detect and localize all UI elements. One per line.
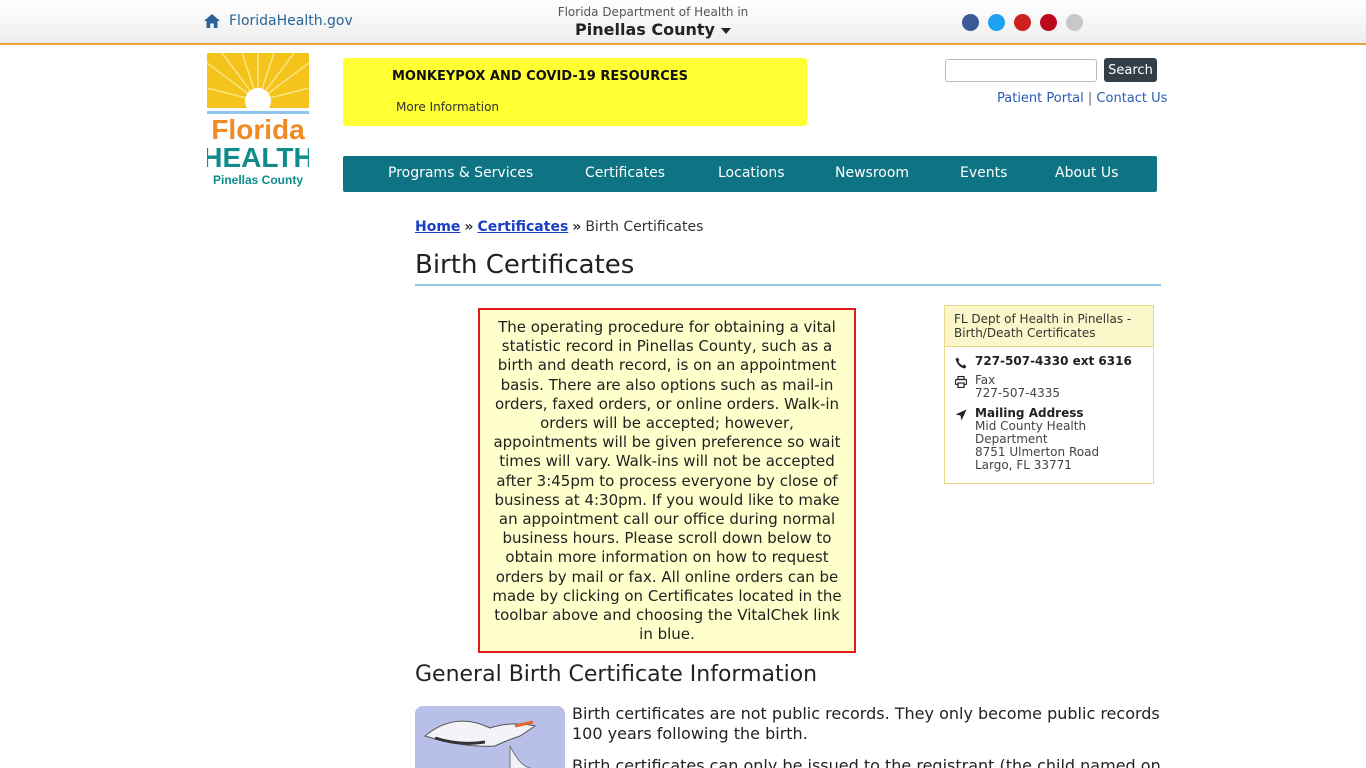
contact-phone[interactable]: 727-507-4330 ext 6316 xyxy=(975,355,1132,372)
twitter-icon[interactable] xyxy=(988,14,1005,31)
contact-fax: 727-507-4335 xyxy=(975,386,1061,400)
nav-locations[interactable]: Locations xyxy=(718,165,785,181)
nav-events[interactable]: Events xyxy=(960,165,1007,181)
alert-more-info-link[interactable]: More Information xyxy=(396,100,499,114)
page-title: Birth Certificates xyxy=(415,250,1161,286)
floridahealth-home-link[interactable]: FloridaHealth.gov xyxy=(204,13,353,29)
stork-image xyxy=(415,706,565,768)
search-input[interactable] xyxy=(945,59,1097,82)
county-selector[interactable]: Florida Department of Health in Pinellas… xyxy=(540,4,766,40)
county-name: Pinellas County xyxy=(575,20,715,39)
phone-icon xyxy=(955,357,967,369)
top-bar: FloridaHealth.gov Florida Department of … xyxy=(0,0,1366,45)
contact-us-link[interactable]: Contact Us xyxy=(1096,91,1167,106)
main-nav: Programs & Services Certificates Locatio… xyxy=(343,156,1157,192)
home-icon xyxy=(204,14,220,28)
section-title-general-info: General Birth Certificate Information xyxy=(415,662,818,687)
breadcrumb-home[interactable]: Home xyxy=(415,219,460,235)
nav-certificates[interactable]: Certificates xyxy=(585,165,665,181)
breadcrumb-sep: » xyxy=(572,219,582,235)
breadcrumb-certificates[interactable]: Certificates xyxy=(477,219,568,235)
utility-separator: | xyxy=(1087,91,1093,106)
contact-mail-row: Mailing Address Mid County Health Depart… xyxy=(955,407,1099,472)
logo-word-health: HEALTH xyxy=(207,142,309,173)
dept-line2: Pinellas County xyxy=(540,20,766,40)
patient-portal-link[interactable]: Patient Portal xyxy=(997,91,1084,106)
contact-fax-row: Fax 727-507-4335 xyxy=(954,374,1061,400)
facebook-icon[interactable] xyxy=(962,14,979,31)
contact-heading: FL Dept of Health in Pinellas - Birth/De… xyxy=(945,306,1153,347)
location-arrow-icon xyxy=(955,409,967,421)
alert-title: MONKEYPOX AND COVID-19 RESOURCES xyxy=(392,69,688,84)
printer-icon xyxy=(954,375,968,389)
search-button[interactable]: Search xyxy=(1104,58,1157,82)
appointment-notice: The operating procedure for obtaining a … xyxy=(478,308,856,653)
nav-newsroom[interactable]: Newsroom xyxy=(835,165,909,181)
youtube-icon[interactable] xyxy=(1014,14,1031,31)
contact-mail-label: Mailing Address xyxy=(975,406,1084,420)
birth-info-paragraph-1: Birth certificates are not public record… xyxy=(572,704,1160,743)
birth-info-paragraph-2: Birth certificates can only be issued to… xyxy=(572,756,1162,768)
breadcrumb: Home» Certificates» Birth Certificates xyxy=(415,219,703,235)
flickr-icon[interactable] xyxy=(1066,14,1083,31)
nav-about-us[interactable]: About Us xyxy=(1055,165,1118,181)
nav-programs-services[interactable]: Programs & Services xyxy=(388,165,533,181)
breadcrumb-sep: » xyxy=(464,219,474,235)
chevron-down-icon xyxy=(720,27,731,34)
logo-word-florida: Florida xyxy=(211,114,305,145)
home-link-label: FloridaHealth.gov xyxy=(229,13,353,29)
utility-links: Patient Portal | Contact Us xyxy=(997,91,1167,106)
contact-box: FL Dept of Health in Pinellas - Birth/De… xyxy=(944,305,1154,484)
contact-phone-row: 727-507-4330 ext 6316 xyxy=(955,355,1132,372)
breadcrumb-current: Birth Certificates xyxy=(585,219,704,235)
resources-alert-banner: MONKEYPOX AND COVID-19 RESOURCES More In… xyxy=(343,58,807,126)
florida-health-logo[interactable]: Florida HEALTH Pinellas County xyxy=(207,53,309,189)
pinterest-icon[interactable] xyxy=(1040,14,1057,31)
contact-mail-line4: Largo, FL 33771 xyxy=(975,458,1072,472)
logo-word-county: Pinellas County xyxy=(213,173,303,187)
social-links xyxy=(962,14,1083,31)
dept-line1: Florida Department of Health in xyxy=(557,5,749,19)
